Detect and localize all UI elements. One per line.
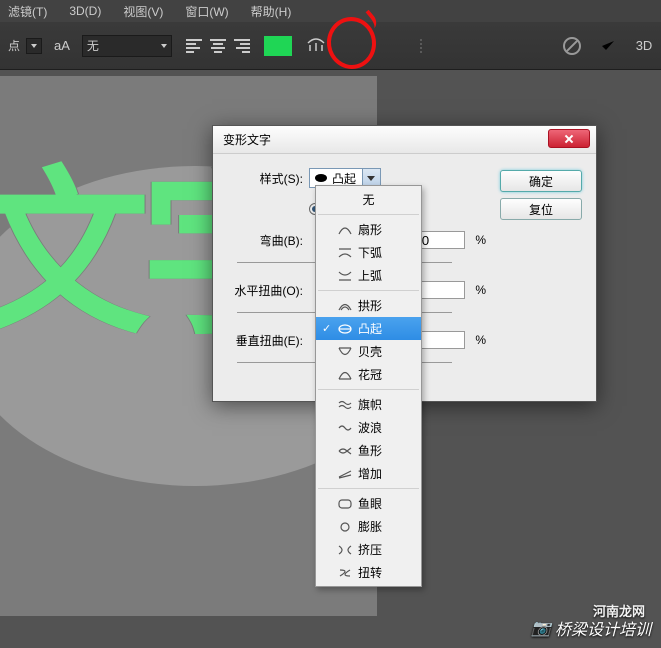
antialias-icon: aA xyxy=(54,38,70,53)
align-center-button[interactable] xyxy=(208,37,228,55)
squeeze-icon xyxy=(338,544,352,556)
dd-bulge[interactable]: 凸起 xyxy=(316,317,421,340)
flag-icon xyxy=(338,399,352,411)
inflate-icon xyxy=(338,521,352,533)
separator xyxy=(318,488,419,489)
dd-fish[interactable]: 鱼形 xyxy=(316,439,421,462)
dd-shell-lower[interactable]: 贝壳 xyxy=(316,340,421,363)
dd-twist[interactable]: 扭转 xyxy=(316,561,421,584)
dd-flag[interactable]: 旗帜 xyxy=(316,393,421,416)
separator xyxy=(318,290,419,291)
dd-arc-lower[interactable]: 下弧 xyxy=(316,241,421,264)
rise-icon xyxy=(338,468,352,480)
pct-1: % xyxy=(475,233,486,247)
dd-fisheye[interactable]: 鱼眼 xyxy=(316,492,421,515)
anchor-label: 点 xyxy=(8,37,20,54)
dd-arch[interactable]: 拱形 xyxy=(316,294,421,317)
dd-arc-upper[interactable]: 上弧 xyxy=(316,264,421,287)
menubar: 滤镜(T) 3D(D) 视图(V) 窗口(W) 帮助(H) xyxy=(0,0,661,22)
commit-icon[interactable] xyxy=(599,37,617,55)
arc-lower-icon xyxy=(338,247,352,259)
dd-shell-upper[interactable]: 花冠 xyxy=(316,363,421,386)
alignment-group xyxy=(184,37,252,55)
separator xyxy=(318,389,419,390)
ok-button[interactable]: 确定 xyxy=(500,170,582,192)
pct-2: % xyxy=(475,283,486,297)
style-value: 凸起 xyxy=(332,170,356,187)
menu-filter[interactable]: 滤镜(T) xyxy=(8,3,47,20)
3d-button[interactable]: 3D xyxy=(635,37,653,55)
hdist-label: 水平扭曲(O): xyxy=(227,282,303,299)
shell-upper-icon xyxy=(338,369,352,381)
anchor-dropdown[interactable] xyxy=(26,38,42,54)
bulge-icon xyxy=(314,172,328,184)
dd-wave[interactable]: 波浪 xyxy=(316,416,421,439)
dd-arc[interactable]: 扇形 xyxy=(316,218,421,241)
dialog-title: 变形文字 xyxy=(223,131,271,148)
separator xyxy=(318,214,419,215)
cancel-icon[interactable] xyxy=(563,37,581,55)
arch-icon xyxy=(338,300,352,312)
wave-icon xyxy=(338,422,352,434)
menu-3d[interactable]: 3D(D) xyxy=(69,4,101,18)
menu-help[interactable]: 帮助(H) xyxy=(251,3,292,20)
antialias-combo[interactable]: 无 xyxy=(82,35,172,57)
dialog-titlebar[interactable]: 变形文字 xyxy=(213,126,596,154)
dd-squeeze[interactable]: 挤压 xyxy=(316,538,421,561)
twist-icon xyxy=(338,567,352,579)
watermark-bottom: 📷 桥梁设计培训 xyxy=(531,616,651,640)
fish-icon xyxy=(338,445,352,457)
bulge-icon xyxy=(338,323,352,335)
options-toolbar: 点 aA 无 3D xyxy=(0,22,661,70)
fisheye-icon xyxy=(338,498,352,510)
dd-inflate[interactable]: 膨胀 xyxy=(316,515,421,538)
pct-3: % xyxy=(475,333,486,347)
bend-label: 弯曲(B): xyxy=(227,232,303,249)
style-dropdown-list: 无 扇形 下弧 上弧 拱形 凸起 贝壳 花冠 旗帜 波浪 鱼形 增加 鱼眼 膨胀… xyxy=(315,185,422,587)
reset-button[interactable]: 复位 xyxy=(500,198,582,220)
menu-view[interactable]: 视图(V) xyxy=(123,3,163,20)
close-button[interactable] xyxy=(548,129,590,148)
align-left-button[interactable] xyxy=(184,37,204,55)
chevron-down-icon xyxy=(367,176,375,181)
arc-icon xyxy=(338,224,352,236)
dd-rise[interactable]: 增加 xyxy=(316,462,421,485)
toolbar-grip xyxy=(418,22,424,69)
shell-lower-icon xyxy=(338,346,352,358)
vdist-label: 垂直扭曲(E): xyxy=(227,332,303,349)
text-color-swatch[interactable] xyxy=(264,36,292,56)
menu-window[interactable]: 窗口(W) xyxy=(185,3,228,20)
align-right-button[interactable] xyxy=(232,37,252,55)
style-label: 样式(S): xyxy=(227,170,303,187)
dd-none[interactable]: 无 xyxy=(316,188,421,211)
warp-text-button[interactable] xyxy=(304,34,328,58)
arc-upper-icon xyxy=(338,270,352,282)
